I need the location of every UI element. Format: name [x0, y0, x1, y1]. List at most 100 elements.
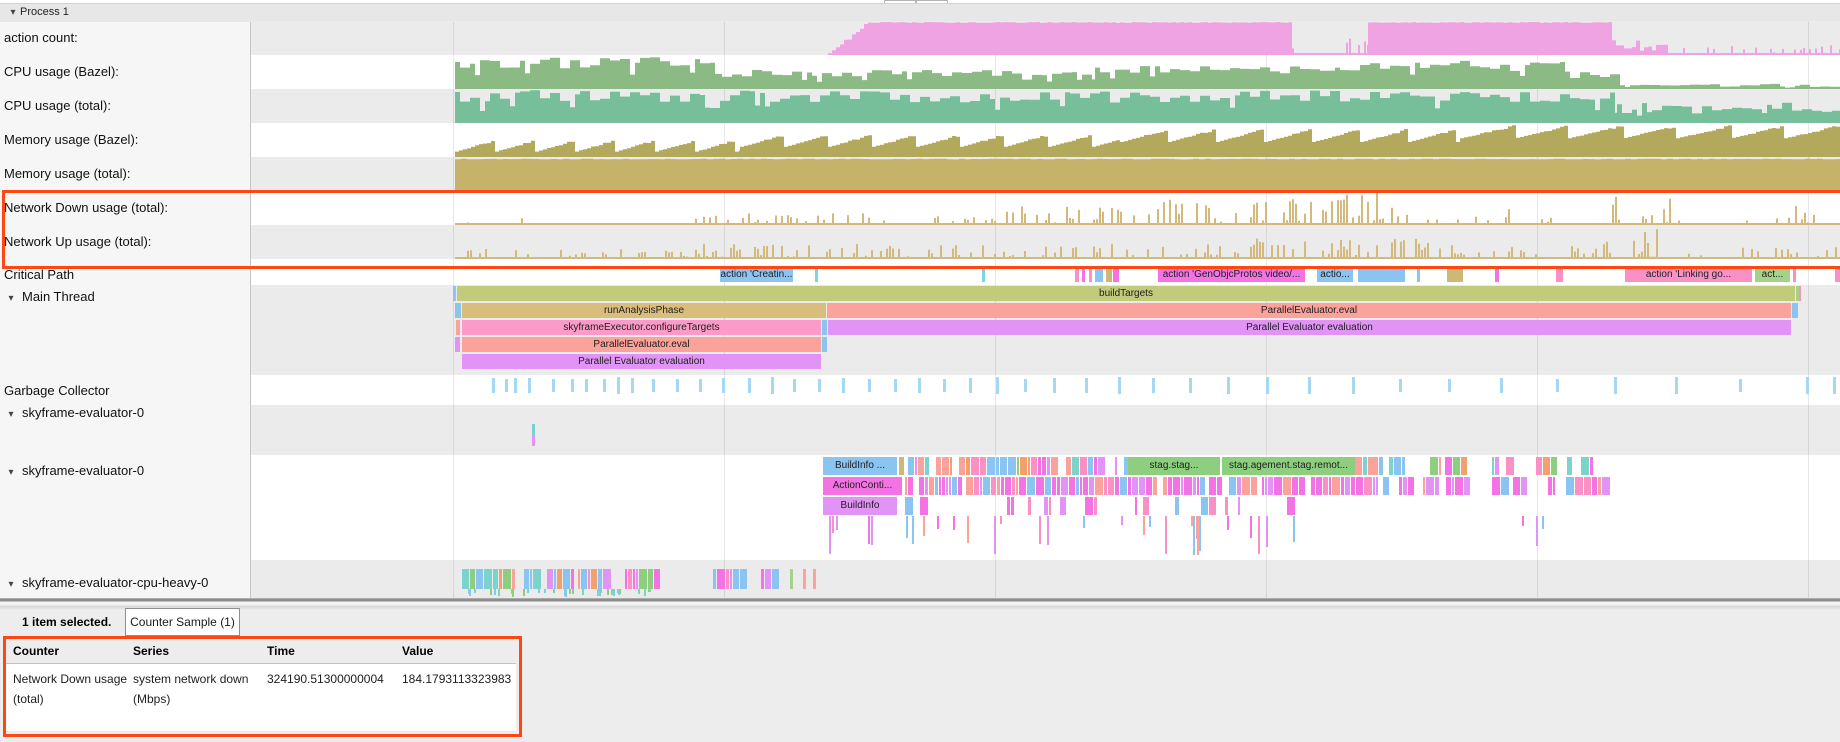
main-thread-slice[interactable]: ParallelEvaluator.eval [462, 337, 821, 352]
gc-tick-slice[interactable] [748, 378, 751, 394]
band-slice[interactable] [1439, 457, 1441, 475]
gc-tick-slice[interactable] [1053, 378, 1056, 392]
gc-tick-slice[interactable] [528, 378, 531, 394]
band-slice[interactable] [966, 477, 973, 495]
sidebar-item-cpu-usage-total[interactable]: CPU usage (total): [0, 97, 254, 115]
band-slice[interactable] [628, 569, 632, 589]
drop-slice[interactable] [1536, 516, 1538, 546]
band-slice[interactable] [765, 569, 771, 589]
band-slice[interactable] [1345, 477, 1350, 495]
counter-chart-memory-usage-bazel-[interactable] [251, 123, 1840, 157]
band-slice[interactable] [1501, 477, 1509, 495]
band-slice[interactable] [1363, 457, 1367, 475]
band-slice[interactable] [959, 457, 965, 475]
gc-tick-slice[interactable] [842, 378, 845, 393]
gc-tick-slice[interactable] [1227, 377, 1230, 394]
band-slice[interactable] [1135, 497, 1137, 515]
band-slice[interactable] [554, 569, 556, 589]
drop-slice[interactable] [1266, 516, 1268, 547]
band-slice[interactable] [1036, 477, 1044, 495]
band-slice[interactable] [908, 457, 914, 475]
band-slice[interactable] [1012, 477, 1015, 495]
band-slice[interactable] [1095, 477, 1103, 495]
gc-tick-slice[interactable] [514, 378, 517, 393]
drop-slice[interactable] [1047, 516, 1049, 545]
band-slice[interactable] [648, 569, 653, 589]
band-slice[interactable] [1066, 457, 1071, 475]
drop-slice[interactable] [1143, 516, 1145, 535]
band-slice[interactable] [974, 477, 979, 495]
band-slice[interactable] [1225, 497, 1228, 515]
gc-tick-slice[interactable] [552, 379, 555, 391]
band-slice[interactable] [1061, 477, 1068, 495]
band-slice[interactable] [1044, 497, 1048, 515]
drop-slice[interactable] [1121, 516, 1123, 525]
gc-tick-slice[interactable] [1614, 377, 1617, 394]
band-slice[interactable] [1566, 477, 1574, 495]
band-slice[interactable] [503, 569, 511, 589]
band-slice[interactable] [726, 569, 729, 589]
band-slice[interactable] [1268, 477, 1273, 495]
band-slice[interactable] [925, 457, 929, 475]
column-header-counter[interactable]: Counter [13, 644, 131, 658]
gc-tick-slice[interactable] [571, 379, 574, 392]
band-slice[interactable] [997, 477, 1000, 495]
band-slice[interactable] [1495, 457, 1499, 475]
band-slice[interactable] [925, 477, 928, 495]
gc-tick-slice[interactable] [1806, 377, 1809, 394]
tab-counter-sample[interactable]: Counter Sample (1) [125, 608, 240, 636]
sidebar-item-network-up-usage-total[interactable]: Network Up usage (total): [0, 233, 254, 251]
band-slice[interactable] [1120, 477, 1127, 495]
gc-tick-slice[interactable] [699, 379, 702, 392]
main-thread-slice[interactable] [455, 303, 461, 318]
critical-path-slice[interactable] [1095, 267, 1103, 282]
critical-path-slice[interactable] [1835, 267, 1840, 282]
drop-slice[interactable] [1149, 516, 1151, 527]
band-slice[interactable] [1088, 457, 1093, 475]
band-slice[interactable] [563, 569, 570, 589]
band-slice[interactable] [1370, 477, 1372, 495]
counter-chart-action-count[interactable] [251, 21, 1840, 55]
band-slice[interactable] [1311, 477, 1315, 495]
drop-slice[interactable] [871, 516, 873, 545]
band-slice[interactable] [1332, 477, 1340, 495]
band-slice[interactable] [996, 457, 999, 475]
drop-slice[interactable] [1199, 516, 1201, 551]
band-slice[interactable] [1181, 477, 1183, 495]
band-slice[interactable] [598, 569, 602, 589]
gc-tick-slice[interactable] [1118, 377, 1121, 394]
main-thread-slice[interactable]: ParallelEvaluator.eval [827, 303, 1791, 318]
band-slice[interactable] [571, 569, 574, 589]
band-slice[interactable] [1094, 497, 1097, 515]
band-slice[interactable] [1115, 477, 1119, 495]
critical-path-slice[interactable] [1106, 267, 1112, 282]
band-slice[interactable] [1000, 457, 1007, 475]
critical-path-slice[interactable] [1556, 267, 1563, 282]
band-slice[interactable] [1399, 477, 1402, 495]
band-slice[interactable] [1016, 477, 1018, 495]
band-slice[interactable] [1598, 477, 1601, 495]
main-thread-slice[interactable] [456, 320, 460, 335]
drop-slice[interactable] [1039, 516, 1041, 544]
band-slice[interactable] [1513, 477, 1520, 495]
skyframe-tick-slice[interactable] [532, 424, 535, 435]
drop-slice[interactable] [937, 516, 939, 529]
band-slice[interactable] [1045, 477, 1051, 495]
band-slice[interactable] [1080, 457, 1087, 475]
band-slice[interactable] [790, 569, 793, 589]
gc-tick-slice[interactable] [1675, 377, 1678, 395]
gc-tick-slice[interactable] [1399, 379, 1402, 391]
band-slice[interactable] [1184, 477, 1192, 495]
gc-tick-slice[interactable] [793, 379, 796, 393]
band-slice[interactable] [1492, 477, 1500, 495]
critical-path-slice[interactable] [1082, 267, 1085, 282]
band-slice[interactable] [918, 457, 924, 475]
drop-slice[interactable] [572, 589, 574, 594]
skyframe-slice[interactable]: BuildInfo ... [823, 457, 897, 475]
band-slice[interactable] [946, 477, 948, 495]
gc-tick-slice[interactable] [1266, 377, 1269, 393]
band-slice[interactable] [1370, 457, 1378, 475]
band-slice[interactable] [1423, 477, 1425, 495]
band-slice[interactable] [1051, 457, 1058, 475]
main-thread-slice[interactable] [822, 320, 827, 335]
